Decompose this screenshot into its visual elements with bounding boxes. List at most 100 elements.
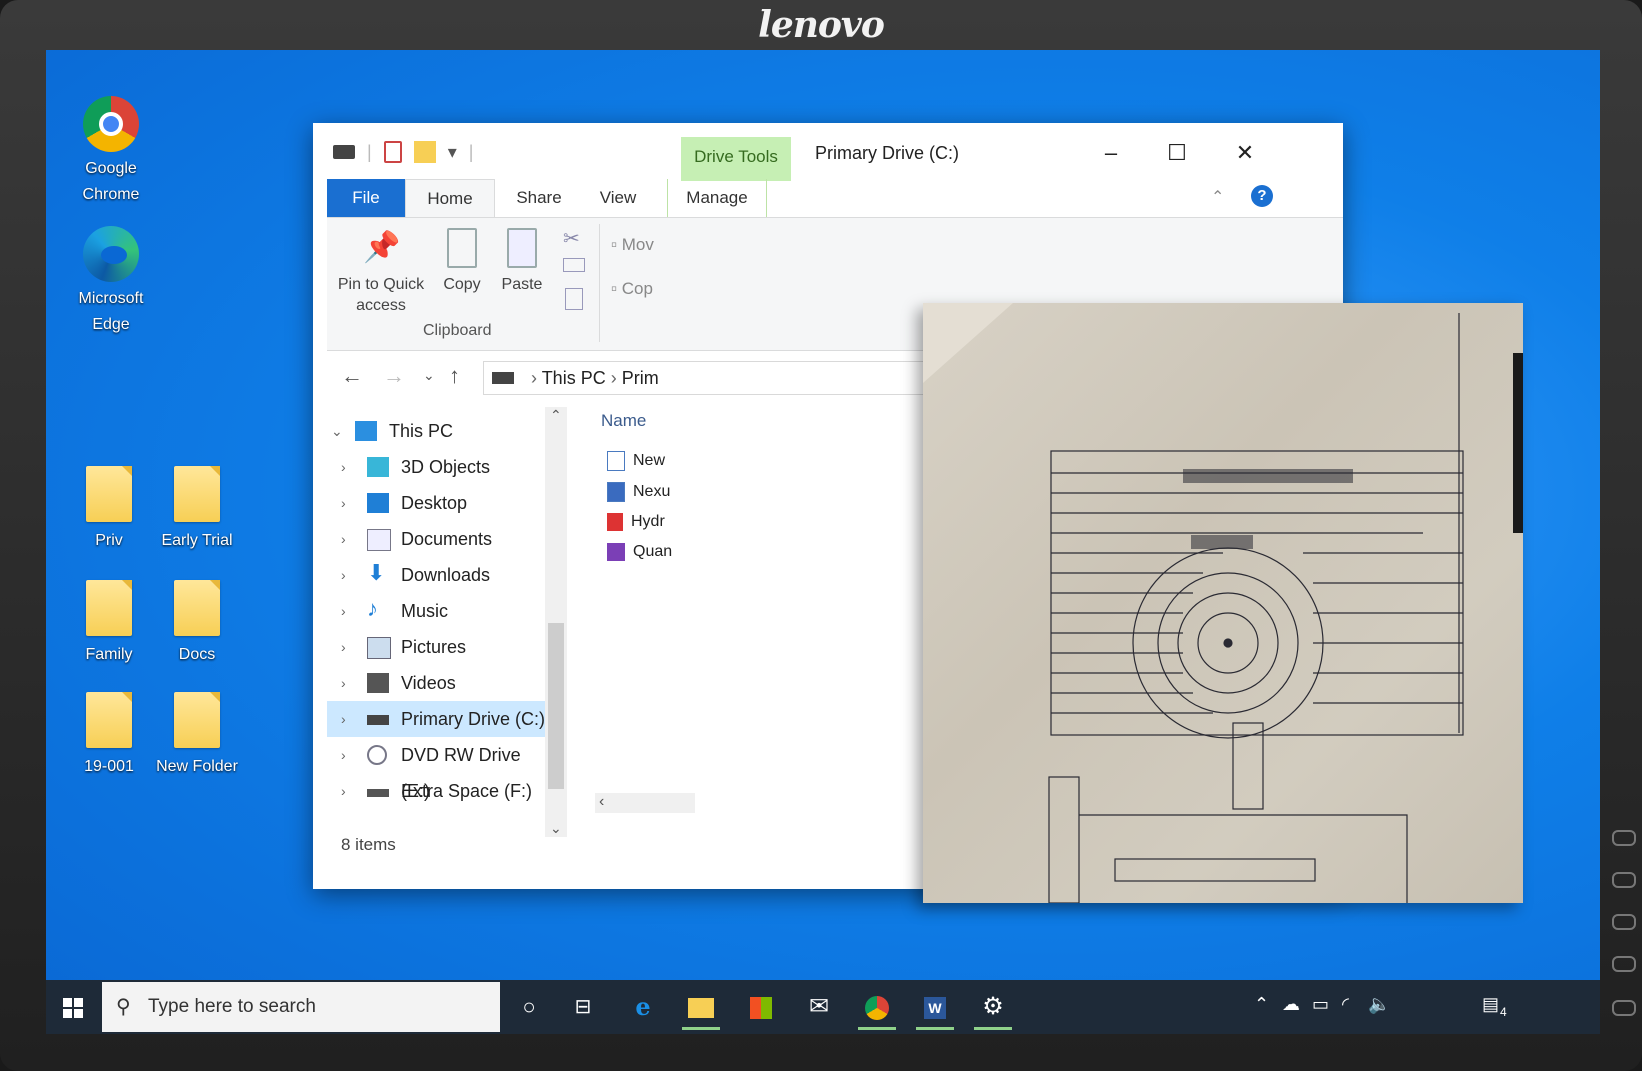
chevron-right-icon[interactable]: › [341, 665, 346, 701]
desktop-folder-new-folder[interactable]: New Folder [152, 692, 242, 780]
column-header-name[interactable]: Name [601, 411, 646, 431]
tab-home[interactable]: Home [405, 179, 495, 218]
onenote-file-icon [607, 543, 625, 561]
wifi-icon[interactable]: ◜ [1342, 994, 1349, 1015]
scroll-left-icon[interactable]: ‹ [595, 793, 604, 810]
task-view-icon[interactable]: ⊟ [558, 984, 608, 1030]
store-taskbar-icon[interactable] [736, 984, 786, 1030]
minimize-button[interactable]: – [1081, 133, 1141, 173]
nav-label: Extra Space (F:) [401, 781, 533, 801]
nav-item-desktop[interactable]: › Desktop [327, 485, 547, 521]
close-button[interactable]: ✕ [1215, 133, 1275, 173]
chevron-right-icon[interactable]: › [341, 701, 346, 737]
desktop-folder-early-trial[interactable]: Early Trial [152, 466, 242, 554]
desktop-folder-priv[interactable]: Priv [64, 466, 154, 554]
show-hidden-icons-chevron[interactable]: ⌃ [1254, 994, 1269, 1015]
chevron-right-icon[interactable]: › [341, 557, 346, 593]
nav-item-this-pc[interactable]: ⌄ This PC [327, 413, 547, 449]
paste-shortcut-icon[interactable] [565, 288, 583, 310]
file-name: New [633, 452, 666, 470]
horizontal-scrollbar[interactable]: ‹ [595, 793, 695, 813]
chevron-right-icon[interactable]: › [341, 521, 346, 557]
copy-to-button[interactable]: ▫ Cop [611, 278, 653, 299]
move-to-button[interactable]: ▫ Mov [611, 234, 654, 255]
chevron-right-icon[interactable]: › [341, 773, 346, 809]
recent-locations-icon[interactable]: ⌄ [423, 367, 435, 384]
cortana-icon[interactable]: ○ [504, 984, 554, 1030]
nav-label: Music [401, 601, 449, 621]
file-explorer-taskbar-icon[interactable] [676, 984, 726, 1030]
desktop-folder-family[interactable]: Family [64, 580, 154, 668]
tab-file[interactable]: File [327, 179, 405, 217]
chevron-right-icon[interactable]: › [341, 629, 346, 665]
settings-taskbar-icon[interactable]: ⚙ [968, 984, 1018, 1030]
nav-item-primary-drive[interactable]: › Primary Drive (C:) [327, 701, 547, 737]
help-icon[interactable]: ? [1251, 185, 1273, 207]
copy-button[interactable]: Copy [437, 228, 487, 295]
nav-item-downloads[interactable]: › ⬇ Downloads [327, 557, 547, 593]
drive-icon [492, 372, 514, 384]
new-folder-icon[interactable] [413, 141, 436, 163]
battery-icon[interactable]: ▭ [1312, 994, 1329, 1015]
desktop-folder-19-001[interactable]: 19-001 [64, 692, 154, 780]
chrome-taskbar-icon[interactable] [852, 984, 902, 1030]
properties-icon[interactable] [383, 141, 402, 163]
file-name: Nexu [633, 483, 671, 501]
maximize-button[interactable]: ☐ [1147, 133, 1207, 173]
nav-label: Desktop [401, 493, 468, 513]
drive-icon [367, 715, 389, 725]
desktop-icon-edge[interactable]: Microsoft Edge [66, 226, 156, 338]
cut-icon[interactable]: ✂ [563, 226, 580, 251]
tab-share[interactable]: Share [501, 179, 577, 217]
up-arrow-icon[interactable]: ↑ [449, 363, 460, 389]
tab-manage[interactable]: Manage [667, 179, 767, 217]
list-item[interactable]: Nexu [607, 482, 670, 502]
list-item[interactable]: Hydr [607, 513, 665, 531]
chevron-down-icon[interactable]: ⌄ [331, 413, 343, 449]
breadcrumb-this-pc[interactable]: This PC [542, 368, 606, 388]
edge-taskbar-icon[interactable]: e [618, 984, 668, 1030]
nav-item-extra-space[interactable]: › Extra Space (F:) [327, 773, 547, 809]
nav-item-documents[interactable]: › Documents [327, 521, 547, 557]
documents-icon [367, 529, 391, 551]
scroll-up-icon[interactable]: ⌃ [550, 407, 562, 424]
chevron-right-icon[interactable]: › [341, 449, 346, 485]
start-button[interactable] [48, 984, 98, 1030]
scroll-down-icon[interactable]: ⌄ [550, 820, 562, 837]
nav-item-3d-objects[interactable]: › 3D Objects [327, 449, 547, 485]
nav-item-dvd-drive[interactable]: › DVD RW Drive (E:) [327, 737, 547, 801]
back-arrow-icon[interactable]: ← [341, 363, 363, 389]
tab-view[interactable]: View [585, 179, 651, 217]
breadcrumb-separator: › [531, 368, 542, 388]
list-item[interactable]: New [607, 451, 665, 471]
customize-toolbar-icon[interactable]: ▾ [448, 142, 457, 163]
mail-taskbar-icon[interactable]: ✉ [794, 984, 844, 1030]
word-taskbar-icon[interactable]: W [910, 984, 960, 1030]
paste-button[interactable]: Paste [497, 228, 547, 295]
collapse-ribbon-icon[interactable]: ⌃ [1211, 187, 1224, 207]
action-center-button[interactable]: ▤ 4 [1482, 994, 1511, 1019]
image-file-icon [607, 482, 625, 502]
nav-scrollbar[interactable]: ⌃ ⌄ [545, 407, 567, 837]
breadcrumb-primary-drive[interactable]: Prim [622, 368, 659, 388]
image-file-icon [607, 451, 625, 471]
nav-item-music[interactable]: › ♪ Music [327, 593, 547, 629]
chevron-right-icon[interactable]: › [341, 485, 346, 521]
scrollbar-thumb[interactable] [548, 623, 564, 789]
nav-item-pictures[interactable]: › Pictures [327, 629, 547, 665]
pin-to-quick-access-button[interactable]: 📌 Pin to Quick access [331, 228, 431, 316]
breadcrumb-separator: › [610, 368, 622, 388]
list-item[interactable]: Quan [607, 543, 672, 561]
chevron-right-icon[interactable]: › [341, 737, 346, 773]
volume-icon[interactable]: 🔈 [1368, 994, 1390, 1015]
taskbar-search-box[interactable]: ⚲ Type here to search [102, 982, 500, 1032]
copy-to-label: Cop [621, 279, 653, 298]
onedrive-icon[interactable]: ☁ [1282, 994, 1300, 1015]
copy-path-icon[interactable] [563, 258, 585, 272]
desktop-icon-chrome[interactable]: Google Chrome [66, 96, 156, 208]
desktop-folder-docs[interactable]: Docs [152, 580, 242, 668]
nav-item-videos[interactable]: › Videos [327, 665, 547, 701]
chevron-right-icon[interactable]: › [341, 593, 346, 629]
drive-icon[interactable] [333, 145, 355, 159]
forward-arrow-icon[interactable]: → [383, 363, 405, 389]
